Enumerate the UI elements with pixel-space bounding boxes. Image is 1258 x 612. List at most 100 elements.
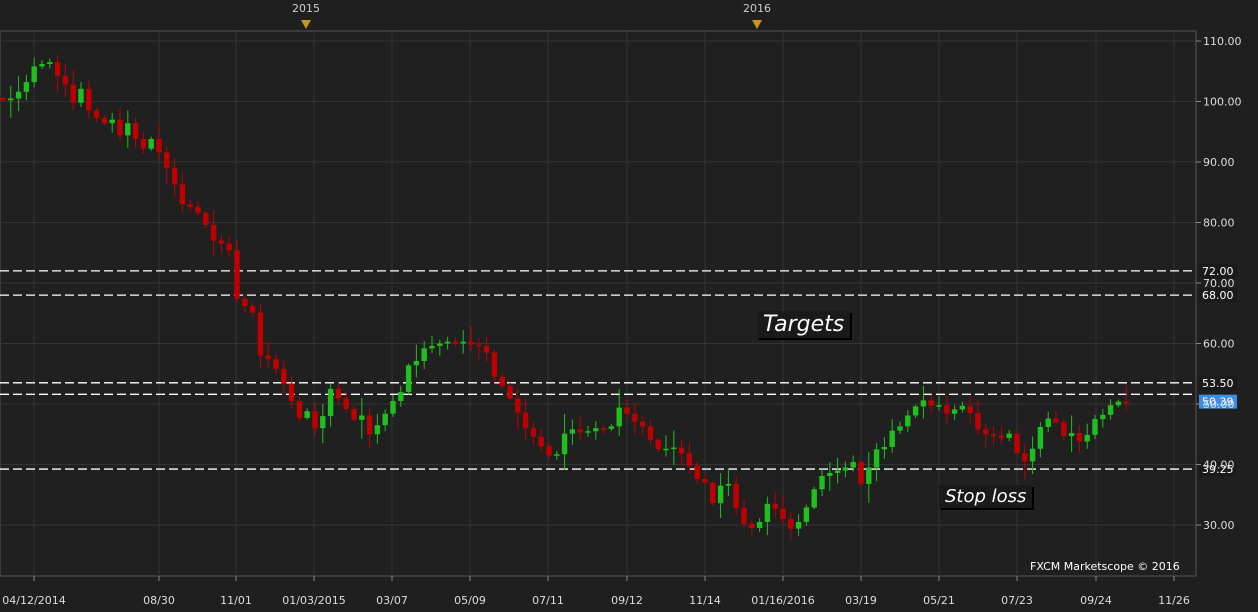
candle-body xyxy=(1006,433,1012,438)
y-tick-label: 80.00 xyxy=(1203,217,1235,230)
candle-body xyxy=(975,413,981,430)
candle-body xyxy=(288,384,295,401)
candle-body xyxy=(78,88,84,103)
y-tick-label: 90.00 xyxy=(1203,156,1235,169)
candle-body xyxy=(54,62,61,77)
candle-body xyxy=(226,243,232,251)
candle-body xyxy=(483,345,490,353)
candle-body xyxy=(1076,433,1083,442)
y-tick-label: 40.00 xyxy=(1203,459,1235,472)
candle-body xyxy=(889,430,895,447)
candle-body xyxy=(881,446,888,450)
candle-body xyxy=(413,361,420,366)
candle-body xyxy=(554,454,560,456)
candle-body xyxy=(359,415,365,420)
candle-body xyxy=(608,426,615,429)
x-tick-label: 11/01 xyxy=(220,594,252,607)
x-tick-label: 08/30 xyxy=(143,594,175,607)
candle-body xyxy=(686,453,693,466)
level-label: 68.00 xyxy=(1202,289,1234,302)
candle-body xyxy=(639,421,646,427)
candle-body xyxy=(905,415,911,427)
candle-body xyxy=(858,462,864,484)
year-label: 2016 xyxy=(743,2,771,15)
price-chart: 72.0068.0053.5039.2550.39 30.0040.0050.0… xyxy=(0,0,1258,612)
candle-body xyxy=(678,447,685,454)
candle-body xyxy=(842,467,849,471)
candle-body xyxy=(624,407,630,414)
candle-body xyxy=(1115,401,1122,406)
candle-body xyxy=(296,400,303,418)
x-tick-label: 09/24 xyxy=(1080,594,1112,607)
candle-body xyxy=(733,483,739,509)
x-tick-label: 09/12 xyxy=(611,594,643,607)
candle-body xyxy=(764,503,771,522)
candle-body xyxy=(195,206,201,213)
candle-body xyxy=(819,475,825,490)
candle-body xyxy=(983,429,989,435)
x-tick-label: 11/14 xyxy=(689,594,721,607)
candle-body xyxy=(444,341,451,344)
candle-body xyxy=(647,426,654,440)
candle-body xyxy=(234,250,240,299)
candle-body xyxy=(242,298,248,306)
candle-body xyxy=(125,123,131,136)
candle-body xyxy=(577,429,583,433)
candle-body xyxy=(897,426,903,431)
candle-body xyxy=(725,483,732,486)
candle-body xyxy=(936,405,942,407)
x-tick-label: 11/26 xyxy=(1158,594,1190,607)
candle-body xyxy=(421,348,427,362)
candle-body xyxy=(257,312,264,356)
candle-body xyxy=(93,110,100,118)
candle-body xyxy=(951,409,958,414)
x-tick-label: 04/12/2014 xyxy=(2,594,65,607)
year-label: 2015 xyxy=(292,2,320,15)
candle-body xyxy=(1100,414,1106,420)
candle-body xyxy=(23,82,30,92)
candle-body xyxy=(655,439,661,450)
candle-body xyxy=(101,117,108,124)
x-tick-label: 03/19 xyxy=(845,594,877,607)
candle-body xyxy=(437,343,443,346)
candle-body xyxy=(827,472,833,476)
candle-body xyxy=(632,413,638,422)
candle-body xyxy=(873,449,880,468)
candle-body xyxy=(132,123,139,140)
x-tick-label: 07/23 xyxy=(1001,594,1033,607)
candle-body xyxy=(273,359,279,369)
candle-body xyxy=(468,341,474,345)
candle-body xyxy=(1029,448,1036,462)
candle-body xyxy=(312,411,318,429)
candle-body xyxy=(390,400,396,414)
y-tick-label: 30.00 xyxy=(1203,519,1235,532)
candle-body xyxy=(912,406,919,416)
candle-body xyxy=(164,152,170,169)
candle-body xyxy=(795,521,802,529)
candle-body xyxy=(203,212,209,225)
x-tick-label: 01/16/2016 xyxy=(751,594,814,607)
candle-body xyxy=(1045,418,1051,427)
candle-body xyxy=(538,436,544,447)
candle-body xyxy=(1022,453,1028,462)
candle-body xyxy=(616,407,622,427)
candle-body xyxy=(788,518,794,529)
candle-body xyxy=(304,411,310,418)
candle-body xyxy=(1037,426,1044,449)
candle-body xyxy=(218,240,225,244)
candle-body xyxy=(265,355,271,360)
candle-body xyxy=(920,400,927,407)
candle-body xyxy=(405,365,412,392)
y-tick-label: 100.00 xyxy=(1203,96,1242,109)
candle-body xyxy=(749,523,755,529)
candle-body xyxy=(109,119,115,124)
level-label: 72.00 xyxy=(1202,265,1234,278)
candle-body xyxy=(140,139,147,149)
candle-body xyxy=(460,341,466,344)
candle-body xyxy=(366,415,373,435)
candle-body xyxy=(756,521,763,529)
candle-body xyxy=(522,412,529,429)
candle-body xyxy=(671,447,677,450)
candle-body xyxy=(15,91,22,99)
candle-body xyxy=(86,88,92,111)
